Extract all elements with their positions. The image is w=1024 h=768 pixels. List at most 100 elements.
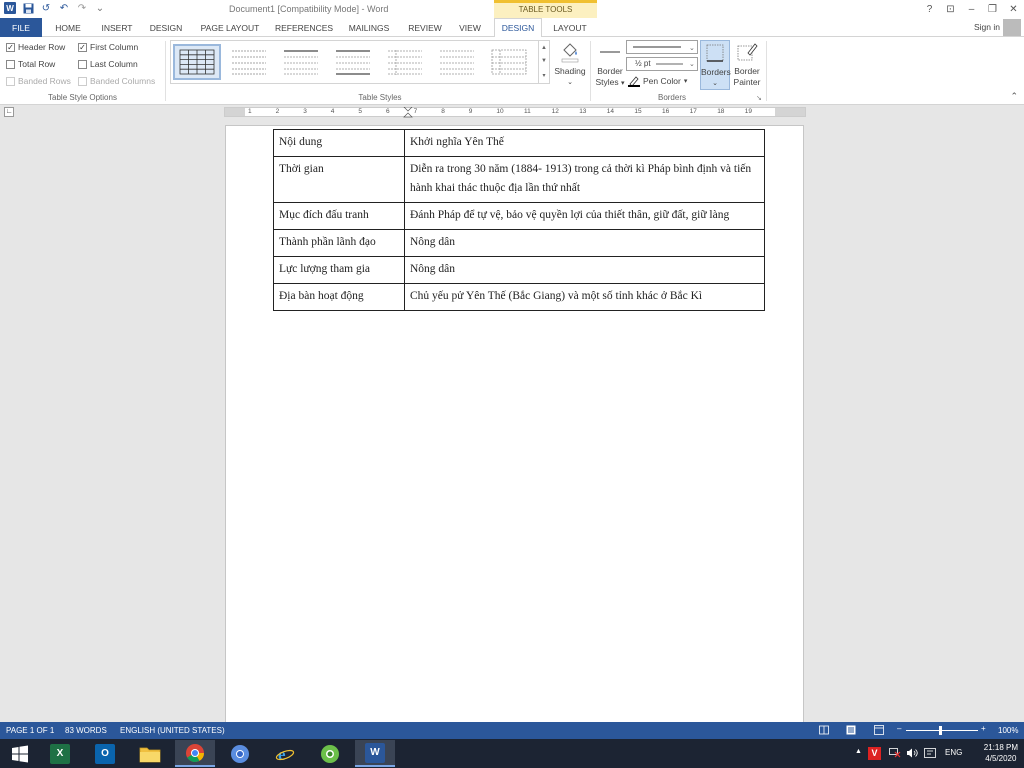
clock-time: 21:18 PM bbox=[983, 743, 1018, 752]
clock[interactable]: 21:18 PM 4/5/2020 bbox=[984, 742, 1018, 764]
table-cell-value[interactable]: Khởi nghĩa Yên Thế bbox=[404, 129, 765, 157]
table-cell-value[interactable]: Nông dân bbox=[404, 229, 765, 257]
last-column-option[interactable]: Last Column bbox=[78, 59, 138, 69]
line-weight-dropdown[interactable]: ½ pt ⌄ bbox=[626, 57, 698, 71]
zoom-level[interactable]: 100% bbox=[998, 726, 1018, 735]
total-row-option[interactable]: Total Row bbox=[6, 59, 55, 69]
total-row-checkbox[interactable] bbox=[6, 59, 15, 69]
zoom-slider-thumb[interactable] bbox=[939, 726, 942, 735]
tab-home[interactable]: HOME bbox=[48, 18, 88, 37]
tab-insert[interactable]: INSERT bbox=[96, 18, 138, 37]
tab-review[interactable]: REVIEW bbox=[404, 18, 446, 37]
table-style-4[interactable] bbox=[331, 46, 375, 78]
help-button[interactable]: ? bbox=[919, 0, 940, 18]
tab-view[interactable]: VIEW bbox=[454, 18, 486, 37]
tab-page-layout[interactable]: PAGE LAYOUT bbox=[196, 18, 264, 37]
page[interactable]: Nội dung Khởi nghĩa Yên Thế Thời gian Diễn … bbox=[225, 125, 804, 722]
redo-icon[interactable]: ↷ bbox=[76, 2, 88, 14]
table-style-5[interactable] bbox=[383, 46, 427, 78]
table-cell-label[interactable]: Thời gian bbox=[273, 156, 405, 203]
zoom-out-button[interactable]: – bbox=[897, 724, 901, 733]
table-cell-label[interactable]: Nội dung bbox=[273, 129, 405, 157]
pen-color-button[interactable]: Pen Color ▾ bbox=[628, 75, 687, 87]
close-button[interactable]: ✕ bbox=[1003, 0, 1024, 18]
volume-icon[interactable] bbox=[906, 748, 918, 760]
border-styles-button[interactable]: Border Styles ▾ bbox=[594, 40, 626, 92]
chrome-taskbar-button[interactable] bbox=[175, 740, 215, 767]
file-explorer-taskbar-button[interactable] bbox=[130, 740, 170, 767]
table-cell-label[interactable]: Lực lượng tham gia bbox=[273, 256, 405, 284]
web-layout-icon[interactable] bbox=[874, 725, 884, 737]
show-hidden-icons-button[interactable]: ▲ bbox=[855, 748, 862, 755]
outlook-taskbar-button[interactable]: O bbox=[85, 740, 125, 767]
maximize-button[interactable]: ❐ bbox=[982, 0, 1003, 18]
coccoc-taskbar-button[interactable] bbox=[310, 740, 350, 767]
network-icon[interactable] bbox=[889, 748, 901, 760]
input-language[interactable]: ENG bbox=[945, 748, 962, 757]
first-column-option[interactable]: ✓ First Column bbox=[78, 42, 138, 52]
refresh-icon[interactable]: ↺ bbox=[40, 2, 52, 14]
gallery-down-icon[interactable]: ▼ bbox=[541, 58, 547, 64]
tab-table-layout[interactable]: LAYOUT bbox=[546, 18, 594, 37]
sign-in-link[interactable]: Sign in bbox=[974, 22, 1000, 32]
start-button[interactable] bbox=[0, 740, 40, 767]
internet-explorer-taskbar-button[interactable]: e bbox=[265, 740, 305, 767]
table-cell-label[interactable]: Địa bàn hoạt động bbox=[273, 283, 405, 311]
gallery-more-icon[interactable]: ▾ bbox=[542, 72, 545, 79]
word-taskbar-button[interactable]: W bbox=[355, 740, 395, 767]
table-cell-value[interactable]: Diễn ra trong 30 năm (1884- 1913) trong … bbox=[404, 156, 765, 203]
avatar-icon[interactable] bbox=[1003, 19, 1021, 36]
read-mode-icon[interactable] bbox=[819, 725, 829, 737]
table-style-6[interactable] bbox=[435, 46, 479, 78]
tab-design[interactable]: DESIGN bbox=[145, 18, 187, 37]
tab-references[interactable]: REFERENCES bbox=[273, 18, 335, 37]
save-icon[interactable] bbox=[22, 2, 34, 14]
indent-marker-icon[interactable] bbox=[403, 107, 413, 118]
tab-table-design[interactable]: DESIGN bbox=[494, 18, 542, 38]
language-bar-icon[interactable] bbox=[924, 748, 936, 760]
table-cell-value[interactable]: Chủ yếu pử Yên Thế (Bắc Giang) và một số… bbox=[404, 283, 765, 311]
horizontal-ruler[interactable]: 1 2 3 4 5 6 7 8 9 10 11 12 13 14 15 16 17 18 19 bbox=[224, 107, 806, 118]
minimize-button[interactable]: – bbox=[961, 0, 982, 18]
borders-dialog-launcher-icon[interactable]: ↘ bbox=[756, 94, 762, 102]
document-table[interactable]: Nội dung Khởi nghĩa Yên Thế Thời gian Diễn … bbox=[273, 129, 765, 311]
zoom-slider[interactable] bbox=[906, 730, 978, 731]
customize-qat-icon[interactable]: ⌄ bbox=[94, 2, 106, 14]
ribbon-display-options-button[interactable]: ⊡ bbox=[940, 0, 961, 18]
header-row-option[interactable]: ✓ Header Row bbox=[6, 42, 65, 52]
line-style-dropdown[interactable]: ⌄ bbox=[626, 40, 698, 54]
gallery-scroll[interactable]: ▲ ▼ ▾ bbox=[538, 41, 549, 83]
table-style-grid[interactable] bbox=[173, 44, 221, 80]
table-cell-label[interactable]: Thành phần lãnh đạo bbox=[273, 229, 405, 257]
collapse-ribbon-icon[interactable]: ⌃ bbox=[1010, 91, 1018, 102]
tab-mailings[interactable]: MAILINGS bbox=[343, 18, 395, 37]
print-layout-icon[interactable] bbox=[846, 725, 856, 737]
last-column-checkbox[interactable] bbox=[78, 59, 87, 69]
table-style-2[interactable] bbox=[227, 46, 271, 78]
excel-taskbar-button[interactable]: X bbox=[40, 740, 80, 767]
page-count[interactable]: PAGE 1 OF 1 bbox=[6, 726, 54, 735]
shading-button[interactable]: Shading ⌄ bbox=[553, 40, 587, 90]
table-style-3[interactable] bbox=[279, 46, 323, 78]
table-cell-label[interactable]: Mục đích đấu tranh bbox=[273, 202, 405, 230]
table-style-7[interactable] bbox=[487, 46, 531, 78]
tab-file[interactable]: FILE bbox=[0, 18, 42, 37]
chromium-taskbar-button[interactable] bbox=[220, 740, 260, 767]
first-column-checkbox[interactable]: ✓ bbox=[78, 42, 87, 52]
border-painter-button[interactable]: Border Painter bbox=[731, 40, 763, 90]
tab-selector[interactable]: ∟ bbox=[4, 107, 14, 117]
table-cell-value[interactable]: Nông dân bbox=[404, 256, 765, 284]
language-indicator[interactable]: ENGLISH (UNITED STATES) bbox=[120, 726, 225, 735]
table-cell-value[interactable]: Đánh Pháp để tự vệ, bảo vệ quyền lợi của… bbox=[404, 202, 765, 230]
ruler-number: 19 bbox=[744, 108, 753, 115]
borders-button[interactable]: Borders ⌄ bbox=[700, 40, 731, 90]
undo-icon[interactable]: ↶ bbox=[58, 2, 70, 14]
chrome-icon bbox=[186, 743, 204, 762]
zoom-in-button[interactable]: + bbox=[981, 724, 986, 733]
word-count[interactable]: 83 WORDS bbox=[65, 726, 107, 735]
gallery-up-icon[interactable]: ▲ bbox=[541, 45, 547, 51]
header-row-checkbox[interactable]: ✓ bbox=[6, 42, 15, 52]
ruler-number: 14 bbox=[606, 108, 615, 115]
tray-app-icon[interactable]: V bbox=[868, 747, 881, 760]
table-styles-gallery[interactable]: ▲ ▼ ▾ bbox=[170, 40, 550, 84]
